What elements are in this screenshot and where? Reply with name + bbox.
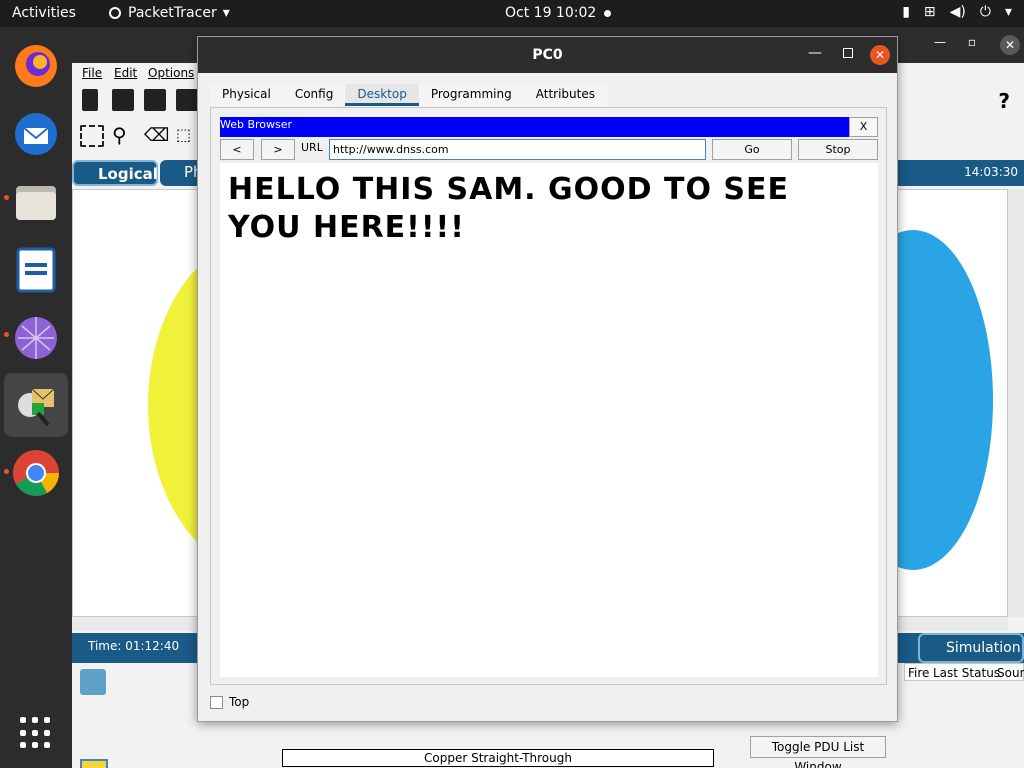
close-icon[interactable]: ✕	[1000, 35, 1020, 55]
resize-icon[interactable]: ⬚	[176, 125, 191, 144]
dialog-tabs: Physical Config Desktop Programming Attr…	[210, 84, 607, 106]
toggle-pdu-list-button[interactable]: Toggle PDU List Window	[750, 736, 886, 768]
notification-dot-icon	[604, 10, 611, 17]
pdu-list-header: Fire Last Status Sourc	[904, 663, 1024, 681]
tab-physical[interactable]: Physical	[210, 84, 283, 106]
tab-programming[interactable]: Programming	[418, 84, 524, 106]
minimize-icon[interactable]: —	[808, 45, 822, 61]
desktop-panel: Web Browser X < > URL Go Stop HELLO THIS…	[210, 107, 887, 685]
vertical-scrollbar[interactable]	[1008, 189, 1024, 617]
power-icon[interactable]: ⏻	[980, 4, 991, 20]
save-icon[interactable]	[144, 89, 166, 111]
app-menu[interactable]: PacketTracer ▾	[108, 5, 230, 21]
maximize-icon[interactable]	[843, 48, 853, 58]
tab-physical[interactable]: Ph	[160, 160, 203, 186]
print-icon[interactable]	[176, 89, 198, 111]
dock	[0, 27, 72, 768]
web-browser-title-bar: Web Browser	[220, 117, 878, 137]
clipboard-icon[interactable]: ▮	[902, 4, 910, 20]
forward-button[interactable]: >	[261, 139, 295, 160]
tab-config[interactable]: Config	[282, 84, 346, 106]
files-icon[interactable]	[4, 170, 68, 234]
tab-logical[interactable]: Logical	[72, 160, 158, 186]
chrome-icon[interactable]	[4, 441, 68, 505]
clock[interactable]: Oct 19 10:02	[505, 5, 596, 21]
url-input[interactable]	[329, 139, 706, 160]
firefox-icon[interactable]	[4, 34, 68, 98]
chevron-down-icon[interactable]: ▾	[1005, 4, 1012, 20]
tab-desktop[interactable]: Desktop	[345, 84, 419, 106]
go-button[interactable]: Go	[712, 139, 792, 160]
top-checkbox[interactable]: Top	[210, 695, 249, 709]
pdu-col-source: Sourc	[997, 666, 1024, 680]
app-menu-label: PacketTracer	[128, 5, 217, 21]
menu-file[interactable]: File	[82, 66, 102, 80]
connections-icon[interactable]	[80, 759, 108, 768]
logical-tab-label: Logical	[98, 165, 158, 183]
volume-icon[interactable]: ◀)	[950, 4, 966, 20]
minimize-icon[interactable]: —	[934, 35, 946, 49]
simulation-mode-button[interactable]: Simulation	[918, 633, 1024, 663]
browser-close-button[interactable]: X	[849, 117, 878, 137]
delete-icon[interactable]: ⌫	[144, 125, 169, 146]
new-file-icon[interactable]	[82, 89, 98, 111]
show-applications-icon[interactable]	[20, 717, 52, 749]
dialog-title: PC0	[198, 37, 897, 73]
network-globe-icon[interactable]	[4, 306, 68, 370]
chevron-down-icon: ▾	[222, 5, 230, 21]
thunderbird-icon[interactable]	[4, 102, 68, 166]
close-icon[interactable]: ✕	[870, 45, 890, 65]
url-label: URL	[301, 141, 323, 154]
page-heading: HELLO THIS SAM. GOOD TO SEE YOU HERE!!!!	[228, 172, 789, 245]
activities-button[interactable]: Activities	[12, 5, 76, 21]
gnome-top-bar: Activities PacketTracer ▾ Oct 19 10:02 ▮…	[0, 0, 1024, 27]
search-icon[interactable]: ⚲	[112, 123, 127, 147]
stop-button[interactable]: Stop	[798, 139, 878, 160]
menu-options[interactable]: Options	[148, 66, 194, 80]
pdu-col-fire: Fire	[908, 666, 930, 680]
pdu-col-last-status: Last Status	[933, 666, 1001, 680]
help-icon[interactable]: ?	[998, 89, 1010, 113]
time-label: Time: 01:12:40	[88, 639, 180, 653]
writer-icon[interactable]	[4, 238, 68, 302]
open-folder-icon[interactable]	[112, 89, 134, 111]
packettracer-app-icon	[109, 7, 121, 19]
checkbox-icon[interactable]	[210, 695, 223, 709]
select-icon[interactable]	[80, 125, 104, 147]
connection-type-label: Copper Straight-Through	[282, 749, 714, 767]
browser-page-view[interactable]: HELLO THIS SAM. GOOD TO SEE YOU HERE!!!!	[220, 163, 878, 677]
packettracer-dock-icon[interactable]	[4, 373, 68, 437]
pc0-dialog: PC0 — ✕ Physical Config Desktop Programm…	[197, 36, 898, 722]
workspace-right-toolbar: 14:03:30	[898, 160, 1024, 186]
realtime-clock: 14:03:30	[964, 165, 1018, 179]
network-icon[interactable]: ⊞	[924, 4, 936, 20]
simulation-label: Simulation	[946, 640, 1021, 656]
maximize-icon[interactable]: ▫	[968, 35, 976, 49]
system-tray[interactable]: ▮ ⊞ ◀) ⏻ ▾	[902, 4, 1012, 20]
back-button[interactable]: <	[220, 139, 254, 160]
network-devices-icon[interactable]	[80, 669, 106, 695]
menu-edit[interactable]: Edit	[114, 66, 137, 80]
top-checkbox-label: Top	[229, 695, 250, 709]
tab-attributes[interactable]: Attributes	[523, 84, 607, 106]
